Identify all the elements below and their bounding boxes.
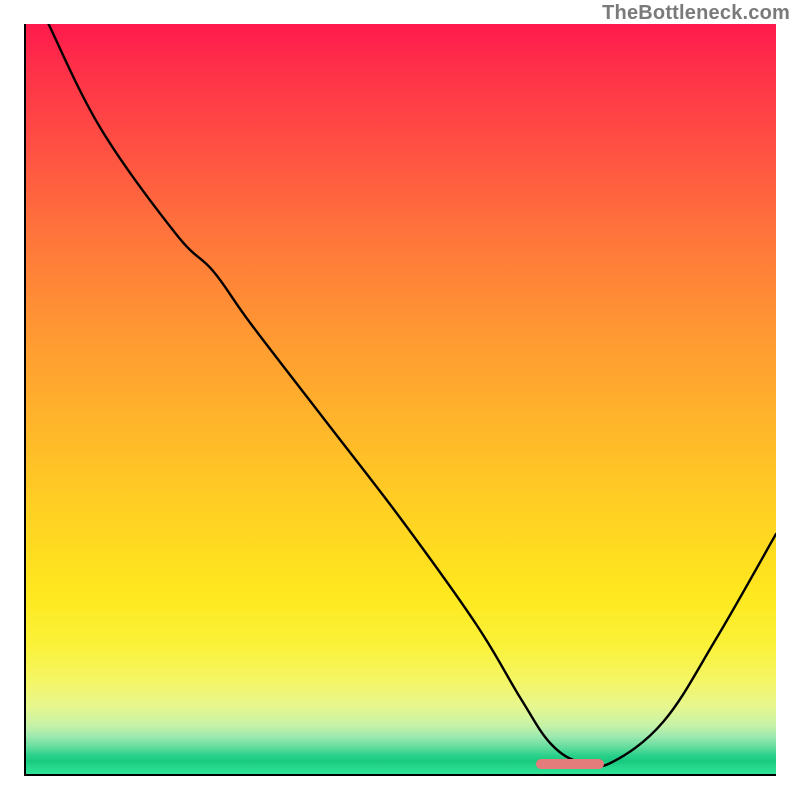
optimal-range-marker (536, 759, 604, 769)
bottleneck-chart: TheBottleneck.com (0, 0, 800, 800)
bottleneck-curve-path (49, 24, 777, 767)
plot-area (24, 24, 776, 776)
watermark-text: TheBottleneck.com (602, 2, 790, 25)
curve-svg (26, 24, 776, 774)
